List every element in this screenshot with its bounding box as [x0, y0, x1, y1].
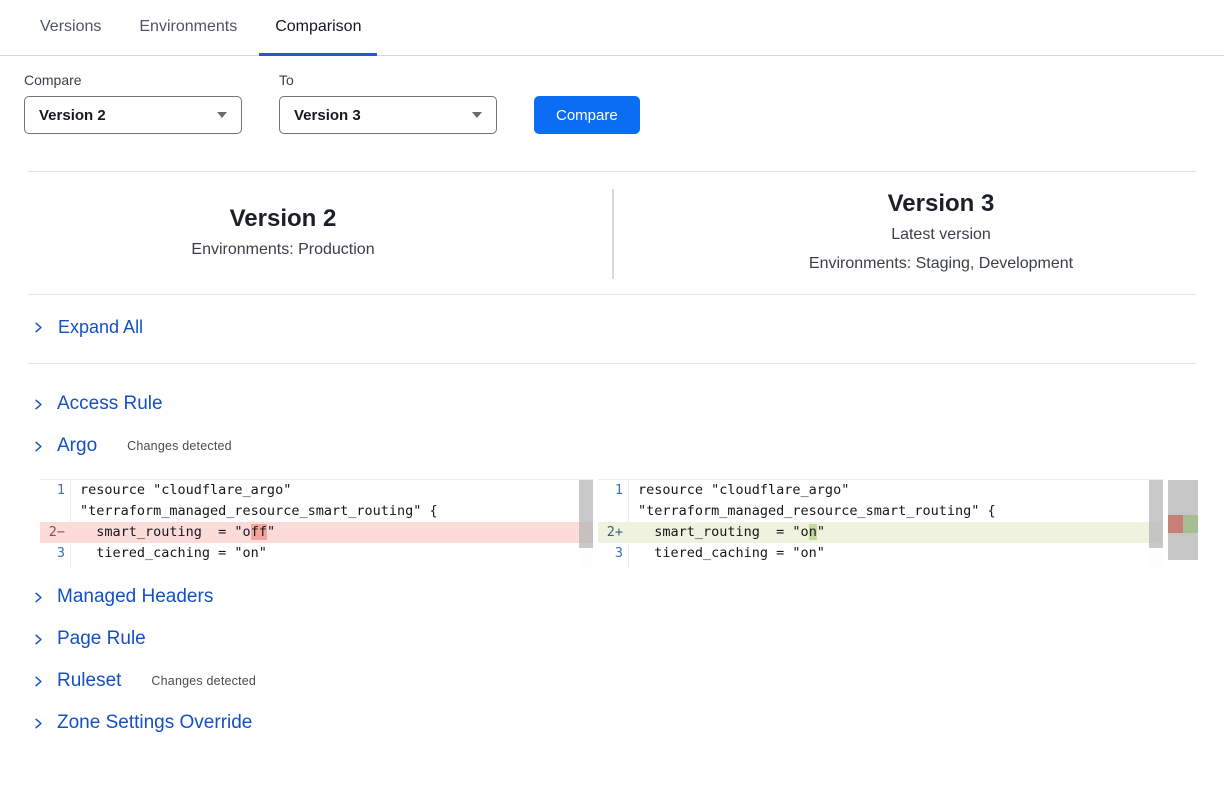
section-zone-settings-override[interactable]: Zone Settings Override: [28, 702, 1224, 744]
line-code: smart_routing = "on": [629, 522, 825, 543]
vertical-divider: [612, 189, 614, 279]
right-pane-scrollbar[interactable]: [1149, 480, 1163, 568]
diff-overview-ruler[interactable]: [1168, 480, 1198, 560]
chevron-right-icon: [32, 321, 45, 334]
tab-environments[interactable]: Environments: [123, 0, 253, 56]
version-left-header: Version 2 Environments: Production: [28, 204, 612, 263]
section-title: Ruleset: [57, 670, 121, 692]
expand-all-button[interactable]: Expand All: [32, 317, 143, 338]
diff-change-marker: [1168, 515, 1198, 533]
version-right-title: Version 3: [686, 189, 1196, 219]
diff-line: }: [598, 564, 1163, 568]
compare-from-label: Compare: [24, 72, 242, 88]
version-right-subtitle: Latest version: [686, 222, 1196, 248]
line-code: tiered_caching = "on": [71, 543, 267, 564]
compare-to-value: Version 3: [294, 107, 361, 124]
argo-diff-view: 1 resource "cloudflare_argo" "terraform_…: [40, 479, 1224, 568]
section-page-rule[interactable]: Page Rule: [28, 618, 1224, 660]
tab-versions[interactable]: Versions: [24, 0, 117, 56]
section-title: Access Rule: [57, 393, 163, 415]
version-headers: Version 2 Environments: Production Versi…: [28, 171, 1196, 295]
diff-line: 3 tiered_caching = "on": [598, 543, 1163, 564]
line-code: "terraform_managed_resource_smart_routin…: [629, 501, 996, 522]
diff-line: 1 resource "cloudflare_argo": [40, 480, 593, 501]
diff-pane-right: 1 resource "cloudflare_argo" "terraform_…: [598, 479, 1163, 568]
compare-button[interactable]: Compare: [534, 96, 640, 134]
compare-to-field: To Version 3: [279, 72, 497, 134]
line-number: [598, 501, 629, 522]
scrollbar-thumb[interactable]: [579, 480, 593, 548]
section-title: Zone Settings Override: [57, 712, 252, 734]
chevron-right-icon: [32, 717, 45, 730]
version-left-environments: Environments: Production: [28, 237, 538, 263]
line-number: 1: [40, 480, 71, 501]
line-number: [40, 564, 71, 568]
section-title: Argo: [57, 435, 97, 457]
version-left-title: Version 2: [28, 204, 538, 234]
diff-line: }: [40, 564, 593, 568]
sections-list: Access Rule Argo Changes detected 1 reso…: [0, 364, 1224, 744]
tab-bar: Versions Environments Comparison: [0, 0, 1224, 56]
line-number: 3: [598, 543, 629, 564]
chevron-right-icon: [32, 440, 45, 453]
section-title: Managed Headers: [57, 586, 213, 608]
left-pane-scrollbar[interactable]: [579, 480, 593, 568]
compare-from-field: Compare Version 2: [24, 72, 242, 134]
section-ruleset[interactable]: Ruleset Changes detected: [28, 660, 1224, 702]
line-code: smart_routing = "off": [71, 522, 275, 543]
scrollbar-thumb[interactable]: [1149, 480, 1163, 548]
section-access-rule[interactable]: Access Rule: [28, 383, 1224, 425]
line-number: [40, 501, 71, 522]
compare-to-select[interactable]: Version 3: [279, 96, 497, 134]
chevron-right-icon: [32, 591, 45, 604]
line-code: }: [629, 564, 646, 568]
line-code: resource "cloudflare_argo": [629, 480, 849, 501]
expand-all-row: Expand All: [28, 295, 1196, 364]
chevron-right-icon: [32, 398, 45, 411]
diff-line: "terraform_managed_resource_smart_routin…: [598, 501, 1163, 522]
diff-line: 3 tiered_caching = "on": [40, 543, 593, 564]
section-managed-headers[interactable]: Managed Headers: [28, 576, 1224, 618]
removed-marker: [1168, 515, 1183, 533]
expand-all-label: Expand All: [58, 317, 143, 338]
line-code: resource "cloudflare_argo": [71, 480, 291, 501]
line-code: "terraform_managed_resource_smart_routin…: [71, 501, 438, 522]
line-number: [598, 564, 629, 568]
line-number: 3: [40, 543, 71, 564]
version-right-environments: Environments: Staging, Development: [686, 251, 1196, 277]
chevron-down-icon: [472, 112, 482, 118]
line-code: }: [71, 564, 88, 568]
section-argo[interactable]: Argo Changes detected: [28, 425, 1224, 467]
version-right-header: Version 3 Latest version Environments: S…: [612, 189, 1196, 277]
line-number: 2+: [598, 522, 629, 543]
changes-detected-badge: Changes detected: [151, 674, 256, 688]
diff-line: 1 resource "cloudflare_argo": [598, 480, 1163, 501]
diff-line: "terraform_managed_resource_smart_routin…: [40, 501, 593, 522]
line-number: 2−: [40, 522, 71, 543]
diff-line-removed: 2− smart_routing = "off": [40, 522, 593, 543]
line-code: tiered_caching = "on": [629, 543, 825, 564]
added-marker: [1183, 515, 1198, 533]
compare-to-label: To: [279, 72, 497, 88]
chevron-right-icon: [32, 633, 45, 646]
diff-line-added: 2+ smart_routing = "on": [598, 522, 1163, 543]
compare-from-select[interactable]: Version 2: [24, 96, 242, 134]
section-title: Page Rule: [57, 628, 146, 650]
diff-pane-left: 1 resource "cloudflare_argo" "terraform_…: [40, 479, 593, 568]
chevron-right-icon: [32, 675, 45, 688]
changes-detected-badge: Changes detected: [127, 439, 232, 453]
tab-comparison[interactable]: Comparison: [259, 0, 377, 56]
chevron-down-icon: [217, 112, 227, 118]
line-number: 1: [598, 480, 629, 501]
compare-controls: Compare Version 2 To Version 3 Compare: [0, 56, 1224, 134]
compare-from-value: Version 2: [39, 107, 106, 124]
